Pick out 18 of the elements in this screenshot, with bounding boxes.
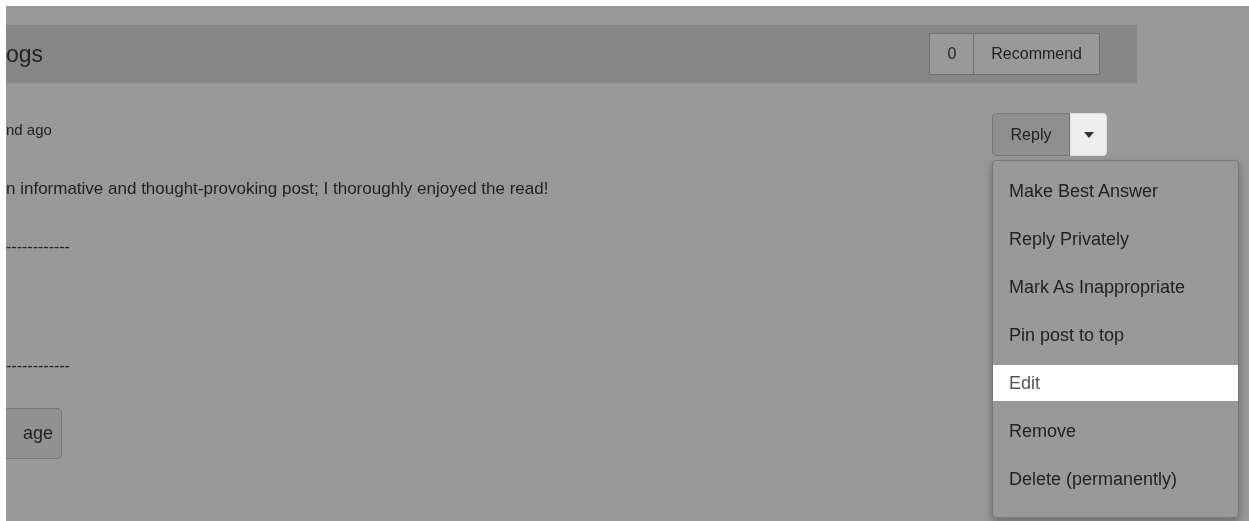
menu-item[interactable]: Remove [993,413,1238,461]
caret-icon [1083,131,1094,138]
post-time: nd ago [6,121,52,138]
menu-item[interactable]: Edit [993,365,1238,401]
menu-item[interactable]: Make Best Answer [993,173,1238,221]
menu-item[interactable]: Delete (permanently) [993,461,1238,509]
message-button[interactable]: age [6,408,62,459]
recommend-count: 0 [929,33,974,75]
menu-item[interactable]: Reply Privately [993,221,1238,269]
separator-text: ------------ [6,238,70,256]
menu-item[interactable]: Pin post to top [993,317,1238,365]
menu-item[interactable]: Mark As Inappropriate [993,269,1238,317]
recommend-button[interactable]: Recommend [973,33,1100,75]
separator-text: ------------ [6,357,70,375]
post-title: ogs [6,40,44,68]
dropdown-toggle[interactable] [1070,113,1107,156]
reply-button[interactable]: Reply [992,113,1070,156]
post-text: n informative and thought-provoking post; I thoroughly enjoyed the read! [6,179,549,199]
